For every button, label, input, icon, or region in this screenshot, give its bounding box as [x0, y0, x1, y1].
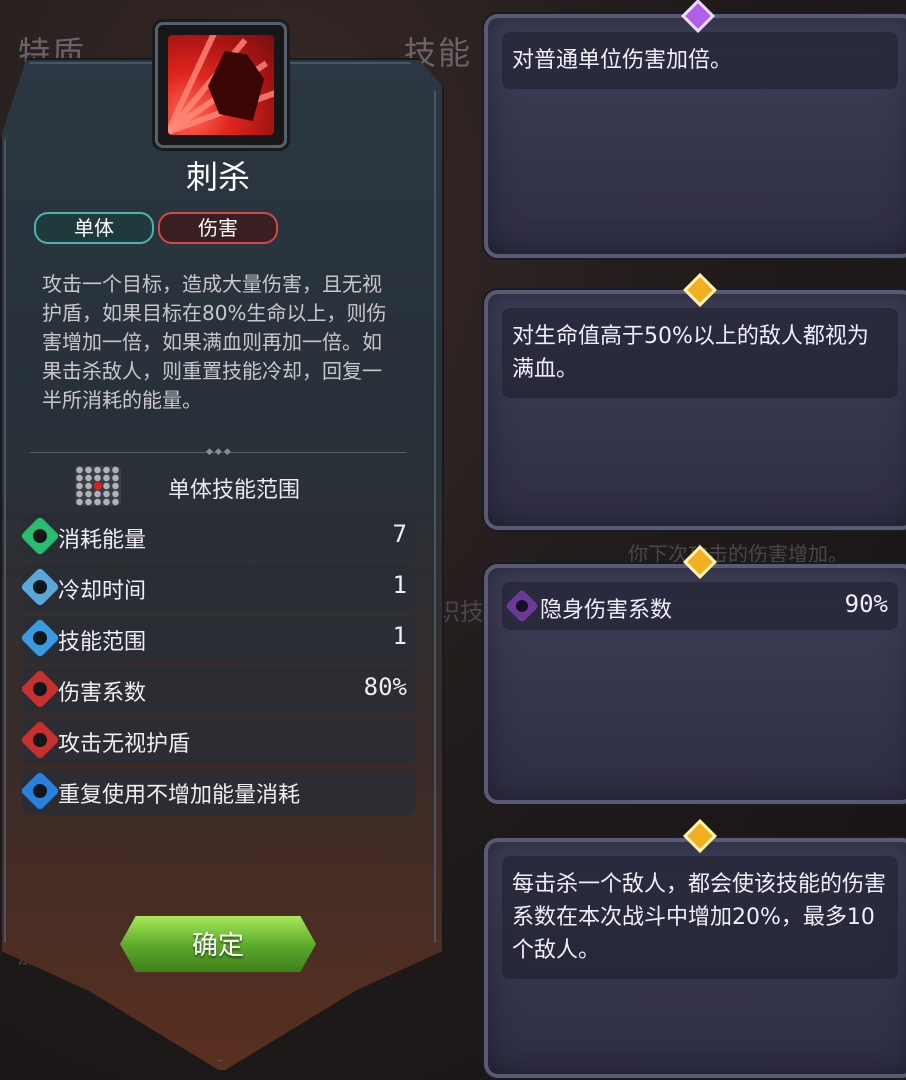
stat-label: 消耗能量	[58, 528, 147, 553]
card-stat-row: 隐身伤害系数 90%	[502, 582, 898, 630]
upgrade-card[interactable]: 隐身伤害系数 90%	[484, 564, 906, 804]
card-text: 对生命值高于50%以上的敌人都视为满血。	[512, 324, 869, 382]
card-text: 对普通单位伤害加倍。	[512, 48, 733, 73]
stat-ignore-shield: 攻击无视护盾	[20, 718, 415, 764]
stat-value: 80%	[363, 673, 407, 701]
stat-value: 1	[392, 571, 407, 599]
card-stat-label: 隐身伤害系数	[540, 598, 673, 623]
upgrade-card[interactable]: 对普通单位伤害加倍。	[484, 14, 906, 258]
stat-cooldown: 冷却时间 1	[20, 565, 415, 611]
stealth-icon	[505, 589, 539, 623]
card-content: 隐身伤害系数 90%	[502, 582, 898, 630]
damage-icon	[20, 669, 60, 709]
stat-energy-cost: 消耗能量 7	[20, 514, 415, 560]
tag-damage: 伤害	[158, 212, 278, 244]
energy-icon	[20, 516, 60, 556]
stat-value: 1	[392, 622, 407, 650]
upgrade-card[interactable]: 对生命值高于50%以上的敌人都视为满血。	[484, 290, 906, 530]
cooldown-icon	[20, 567, 60, 607]
card-text: 每击杀一个敌人，都会使该技能的伤害系数在本次战斗中增加20%，最多10个敌人。	[512, 872, 887, 963]
pierce-shield-icon	[20, 720, 60, 760]
range-label: 单体技能范围	[168, 478, 301, 503]
stat-label: 重复使用不增加能量消耗	[58, 783, 301, 808]
stat-range: 技能范围 1	[20, 616, 415, 662]
stat-label: 伤害系数	[58, 681, 147, 706]
skill-description: 攻击一个目标，造成大量伤害，且无视护盾，如果目标在80%生命以上，则伤害增加一倍…	[42, 272, 387, 412]
range-icon	[20, 618, 60, 658]
obscured-hint: 你下次攻击的伤害增加。	[628, 542, 848, 566]
stat-damage-coefficient: 伤害系数 80%	[20, 667, 415, 713]
card-content: 对生命值高于50%以上的敌人都视为满血。	[502, 308, 898, 398]
stat-no-extra-energy: 重复使用不增加能量消耗	[20, 769, 415, 815]
skill-name: 刺杀	[185, 158, 250, 196]
card-stat-value: 90%	[844, 590, 888, 618]
card-content: 对普通单位伤害加倍。	[502, 32, 898, 89]
card-content: 每击杀一个敌人，都会使该技能的伤害系数在本次战斗中增加20%，最多10个敌人。	[502, 856, 898, 979]
stat-label: 冷却时间	[58, 579, 147, 604]
stat-label: 攻击无视护盾	[58, 732, 191, 757]
confirm-button[interactable]: 确定	[120, 916, 316, 972]
skill-icon-frame	[155, 22, 287, 148]
divider-ornament-icon: ◆◆◆	[206, 447, 233, 457]
range-center-marker	[94, 482, 102, 490]
repeat-icon	[20, 771, 60, 811]
stat-label: 技能范围	[58, 630, 147, 655]
stat-value: 7	[392, 520, 407, 548]
assassinate-skill-icon	[168, 35, 274, 135]
upgrade-card[interactable]: 每击杀一个敌人，都会使该技能的伤害系数在本次战斗中增加20%，最多10个敌人。	[484, 838, 906, 1078]
tag-single-target: 单体	[34, 212, 154, 244]
